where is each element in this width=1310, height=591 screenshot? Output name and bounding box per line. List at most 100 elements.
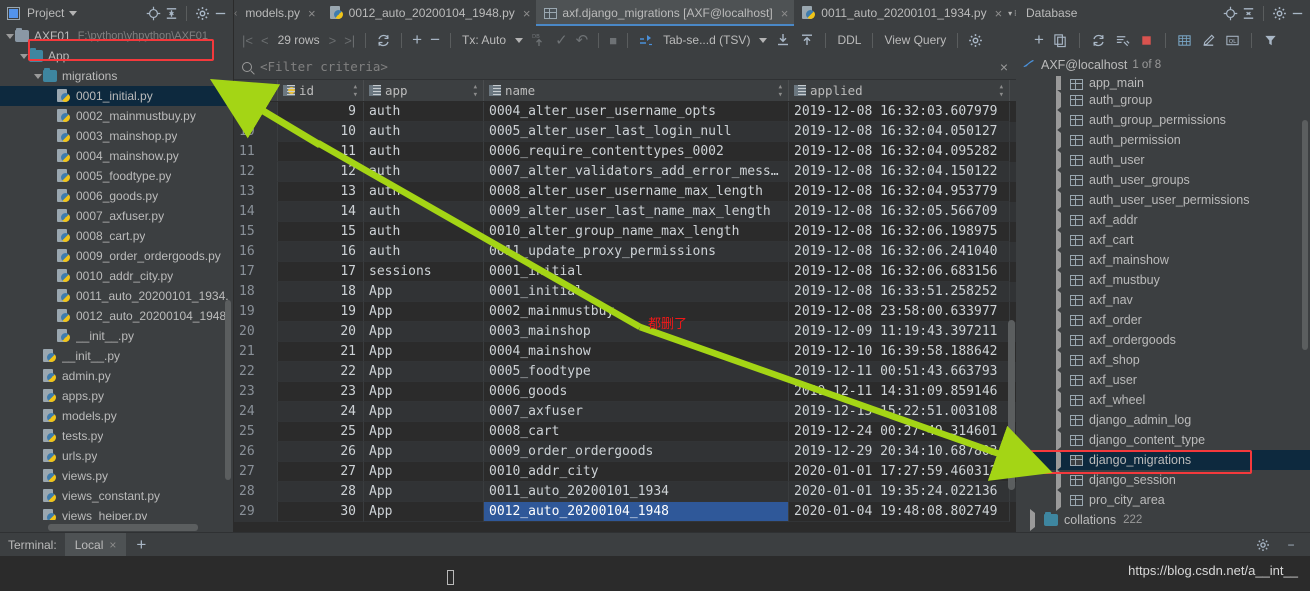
first-page-button[interactable]: |< xyxy=(238,30,257,50)
prev-page-button[interactable]: < xyxy=(257,30,273,50)
cell-app[interactable]: App xyxy=(364,282,484,302)
cell-id[interactable]: 21 xyxy=(278,342,364,362)
table-row[interactable]: 28 28 App 0011_auto_20200101_1934 2020-01-01… xyxy=(234,482,1016,502)
project-tree-item[interactable]: __init__.py xyxy=(0,326,233,346)
row-number-cell[interactable]: 23 xyxy=(234,382,278,402)
cell-id[interactable]: 14 xyxy=(278,202,364,222)
project-tree-item[interactable]: 0010_addr_city.py xyxy=(0,266,233,286)
tree-expand-arrow-right-icon[interactable] xyxy=(1056,229,1070,251)
cell-id[interactable]: 18 xyxy=(278,282,364,302)
row-number-cell[interactable]: 26 xyxy=(234,442,278,462)
ddl-button[interactable]: DDL xyxy=(832,33,866,47)
sort-icon[interactable]: ▴ ▾ xyxy=(473,82,478,99)
database-tree-item[interactable]: auth_group_permissions xyxy=(1016,109,1310,131)
tree-expand-arrow-right-icon[interactable] xyxy=(1056,489,1070,511)
stop-icon[interactable] xyxy=(1135,30,1158,50)
locate-icon[interactable] xyxy=(1221,4,1239,22)
gear-icon[interactable] xyxy=(1270,4,1288,22)
row-number-cell[interactable]: 15 xyxy=(234,222,278,242)
column-header-app[interactable]: app ▴ ▾ xyxy=(364,80,484,101)
cell-id[interactable]: 26 xyxy=(278,442,364,462)
row-number-cell[interactable]: 21 xyxy=(234,342,278,362)
table-row[interactable]: 13 13 auth 0008_alter_user_username_max_len… xyxy=(234,182,1016,202)
cell-id[interactable]: 19 xyxy=(278,302,364,322)
cell-name[interactable]: 0005_foodtype xyxy=(484,362,789,382)
tree-expand-arrow-right-icon[interactable] xyxy=(1056,209,1070,231)
table-row[interactable]: 26 26 App 0009_order_ordergoods 2019-12-29 2… xyxy=(234,442,1016,462)
cell-applied[interactable]: 2019-12-08 16:32:05.566709 xyxy=(789,202,1010,222)
cell-app[interactable]: App xyxy=(364,502,484,522)
table-row[interactable]: 23 23 App 0006_goods 2019-12-11 14:31:09.859… xyxy=(234,382,1016,402)
database-tree-item[interactable]: axf_shop xyxy=(1016,349,1310,371)
cell-app[interactable]: auth xyxy=(364,122,484,142)
cell-app[interactable]: App xyxy=(364,462,484,482)
database-tree-item[interactable]: axf_ordergoods xyxy=(1016,329,1310,351)
table-row[interactable]: 12 12 auth 0007_alter_validators_add_error_… xyxy=(234,162,1016,182)
project-tree-item[interactable]: 0002_mainmustbuy.py xyxy=(0,106,233,126)
cell-app[interactable]: App xyxy=(364,302,484,322)
editor-tab[interactable]: models.py × xyxy=(237,0,321,26)
project-tree-item[interactable]: 0003_mainshop.py xyxy=(0,126,233,146)
locate-icon[interactable] xyxy=(144,4,162,22)
cell-app[interactable]: App xyxy=(364,482,484,502)
chevron-down-icon[interactable] xyxy=(511,30,527,50)
export-format-label[interactable]: Tab-se...d (TSV) xyxy=(658,33,755,47)
tree-expand-arrow-right-icon[interactable] xyxy=(1056,349,1070,371)
table-row[interactable]: 25 25 App 0008_cart 2019-12-24 00:27:49.3146… xyxy=(234,422,1016,442)
cell-app[interactable]: App xyxy=(364,442,484,462)
export-icon[interactable] xyxy=(795,30,819,50)
cell-app[interactable]: App xyxy=(364,342,484,362)
database-tree-item[interactable]: auth_permission xyxy=(1016,129,1310,151)
run-sql-icon[interactable] xyxy=(1111,30,1134,50)
database-tree-item[interactable]: axf_user xyxy=(1016,369,1310,391)
database-vertical-scrollbar[interactable] xyxy=(1302,120,1308,350)
table-row[interactable]: 19 19 App 0002_mainmustbuy 2019-12-08 23:58:… xyxy=(234,302,1016,322)
cell-name[interactable]: 0007_axfuser xyxy=(484,402,789,422)
database-tree-item[interactable]: collations 222 xyxy=(1016,509,1310,531)
cell-app[interactable]: auth xyxy=(364,202,484,222)
cell-id[interactable]: 30 xyxy=(278,502,364,522)
view-query-button[interactable]: View Query xyxy=(879,33,951,47)
cell-id[interactable]: 10 xyxy=(278,122,364,142)
remove-row-button[interactable]: − xyxy=(426,30,444,50)
database-tree-item[interactable]: auth_user xyxy=(1016,149,1310,171)
collapse-all-icon[interactable] xyxy=(162,4,180,22)
database-tree-item[interactable]: axf_mustbuy xyxy=(1016,269,1310,291)
cell-applied[interactable]: 2019-12-08 23:58:00.633977 xyxy=(789,302,1010,322)
table-row[interactable]: 29 30 App 0012_auto_20200104_1948 2020-01-04… xyxy=(234,502,1016,522)
table-row[interactable]: 21 21 App 0004_mainshow 2019-12-10 16:39:58.… xyxy=(234,342,1016,362)
project-tree-item[interactable]: 0008_cart.py xyxy=(0,226,233,246)
tree-expand-arrow-right-icon[interactable] xyxy=(1056,329,1070,351)
project-tree-item[interactable]: models.py xyxy=(0,406,233,426)
cell-id[interactable]: 23 xyxy=(278,382,364,402)
database-object-tree[interactable]: app_main auth_group auth_group_permissions… xyxy=(1016,76,1310,532)
cell-app[interactable]: App xyxy=(364,402,484,422)
tree-expand-arrow-right-icon[interactable] xyxy=(1030,509,1044,531)
tree-expand-arrow-right-icon[interactable] xyxy=(1056,429,1070,451)
tree-expand-arrow-right-icon[interactable] xyxy=(1056,249,1070,271)
close-icon[interactable]: × xyxy=(308,6,316,21)
database-tree-item[interactable]: axf_addr xyxy=(1016,209,1310,231)
editor-tab[interactable]: 0012_auto_20200104_1948.py × xyxy=(322,0,537,26)
cell-id[interactable]: 20 xyxy=(278,322,364,342)
add-datasource-button[interactable]: + xyxy=(1030,30,1048,50)
column-header-id[interactable]: id ▴ ▾ xyxy=(278,80,364,101)
filter-bar[interactable]: <Filter criteria> × xyxy=(234,54,1016,80)
filter-icon[interactable] xyxy=(1259,30,1282,50)
cell-app[interactable]: auth xyxy=(364,242,484,262)
editor-tab[interactable]: 0011_auto_20200101_1934.py × xyxy=(794,0,1008,26)
tree-expand-arrow-right-icon[interactable] xyxy=(1056,149,1070,171)
tree-expand-arrow-down-icon[interactable] xyxy=(32,73,43,79)
tree-expand-arrow-right-icon[interactable] xyxy=(1056,289,1070,311)
row-number-cell[interactable]: 27 xyxy=(234,462,278,482)
tree-expand-arrow-right-icon[interactable] xyxy=(1056,469,1070,491)
cell-app[interactable]: auth xyxy=(364,102,484,122)
cell-applied[interactable]: 2020-01-01 17:27:59.460312 xyxy=(789,462,1010,482)
cell-name[interactable]: 0004_mainshow xyxy=(484,342,789,362)
cell-id[interactable]: 28 xyxy=(278,482,364,502)
row-number-cell[interactable]: 24 xyxy=(234,402,278,422)
cell-app[interactable]: App xyxy=(364,322,484,342)
cell-applied[interactable]: 2019-12-08 16:32:04.150122 xyxy=(789,162,1010,182)
minimize-icon[interactable] xyxy=(211,4,229,22)
project-tree-item[interactable]: apps.py xyxy=(0,386,233,406)
